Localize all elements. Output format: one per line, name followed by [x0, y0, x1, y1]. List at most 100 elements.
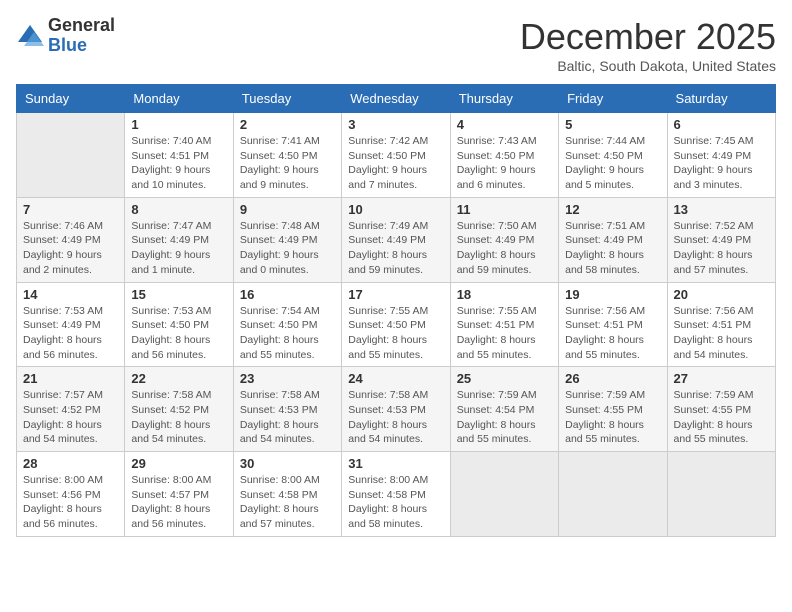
day-number: 20 — [674, 287, 769, 302]
calendar-cell: 18 Sunrise: 7:55 AMSunset: 4:51 PMDayligh… — [450, 282, 558, 367]
day-number: 29 — [131, 456, 226, 471]
cell-info: Sunrise: 7:46 AMSunset: 4:49 PMDaylight:… — [23, 219, 118, 278]
calendar-cell: 12 Sunrise: 7:51 AMSunset: 4:49 PMDayligh… — [559, 197, 667, 282]
calendar-cell — [17, 113, 125, 198]
day-number: 2 — [240, 117, 335, 132]
cell-info: Sunrise: 7:56 AMSunset: 4:51 PMDaylight:… — [674, 304, 769, 363]
cell-info: Sunrise: 7:45 AMSunset: 4:49 PMDaylight:… — [674, 134, 769, 193]
cell-info: Sunrise: 7:41 AMSunset: 4:50 PMDaylight:… — [240, 134, 335, 193]
calendar-cell: 22 Sunrise: 7:58 AMSunset: 4:52 PMDayligh… — [125, 367, 233, 452]
day-number: 11 — [457, 202, 552, 217]
cell-info: Sunrise: 7:42 AMSunset: 4:50 PMDaylight:… — [348, 134, 443, 193]
calendar-cell: 8 Sunrise: 7:47 AMSunset: 4:49 PMDaylight… — [125, 197, 233, 282]
calendar-table: Sunday Monday Tuesday Wednesday Thursday… — [16, 84, 776, 537]
day-number: 17 — [348, 287, 443, 302]
day-number: 18 — [457, 287, 552, 302]
cell-info: Sunrise: 7:47 AMSunset: 4:49 PMDaylight:… — [131, 219, 226, 278]
calendar-cell: 20 Sunrise: 7:56 AMSunset: 4:51 PMDayligh… — [667, 282, 775, 367]
calendar-cell: 5 Sunrise: 7:44 AMSunset: 4:50 PMDaylight… — [559, 113, 667, 198]
calendar-cell: 11 Sunrise: 7:50 AMSunset: 4:49 PMDayligh… — [450, 197, 558, 282]
day-number: 4 — [457, 117, 552, 132]
col-thursday: Thursday — [450, 85, 558, 113]
logo-blue-text: Blue — [48, 35, 87, 55]
calendar-cell: 29 Sunrise: 8:00 AMSunset: 4:57 PMDayligh… — [125, 452, 233, 537]
col-sunday: Sunday — [17, 85, 125, 113]
calendar-cell: 21 Sunrise: 7:57 AMSunset: 4:52 PMDayligh… — [17, 367, 125, 452]
day-number: 10 — [348, 202, 443, 217]
calendar-cell — [559, 452, 667, 537]
cell-info: Sunrise: 7:59 AMSunset: 4:55 PMDaylight:… — [565, 388, 660, 447]
cell-info: Sunrise: 7:58 AMSunset: 4:52 PMDaylight:… — [131, 388, 226, 447]
day-number: 9 — [240, 202, 335, 217]
cell-info: Sunrise: 7:52 AMSunset: 4:49 PMDaylight:… — [674, 219, 769, 278]
day-number: 1 — [131, 117, 226, 132]
day-number: 3 — [348, 117, 443, 132]
calendar-cell: 6 Sunrise: 7:45 AMSunset: 4:49 PMDaylight… — [667, 113, 775, 198]
cell-info: Sunrise: 7:49 AMSunset: 4:49 PMDaylight:… — [348, 219, 443, 278]
col-tuesday: Tuesday — [233, 85, 341, 113]
day-number: 6 — [674, 117, 769, 132]
calendar-week-4: 21 Sunrise: 7:57 AMSunset: 4:52 PMDayligh… — [17, 367, 776, 452]
calendar-cell: 13Sunrise: 7:52 AMSunset: 4:49 PMDayligh… — [667, 197, 775, 282]
cell-info: Sunrise: 8:00 AMSunset: 4:56 PMDaylight:… — [23, 473, 118, 532]
day-number: 22 — [131, 371, 226, 386]
page-header: General Blue December 2025 Baltic, South… — [16, 16, 776, 74]
month-title: December 2025 — [520, 16, 776, 58]
cell-info: Sunrise: 7:44 AMSunset: 4:50 PMDaylight:… — [565, 134, 660, 193]
day-number: 15 — [131, 287, 226, 302]
calendar-cell: 27 Sunrise: 7:59 AMSunset: 4:55 PMDayligh… — [667, 367, 775, 452]
cell-info: Sunrise: 8:00 AMSunset: 4:57 PMDaylight:… — [131, 473, 226, 532]
cell-info: Sunrise: 7:51 AMSunset: 4:49 PMDaylight:… — [565, 219, 660, 278]
cell-info: Sunrise: 7:58 AMSunset: 4:53 PMDaylight:… — [240, 388, 335, 447]
day-number: 12 — [565, 202, 660, 217]
logo-general-text: General — [48, 15, 115, 35]
day-number: 25 — [457, 371, 552, 386]
cell-info: Sunrise: 7:50 AMSunset: 4:49 PMDaylight:… — [457, 219, 552, 278]
calendar-cell: 7 Sunrise: 7:46 AMSunset: 4:49 PMDaylight… — [17, 197, 125, 282]
cell-info: Sunrise: 7:58 AMSunset: 4:53 PMDaylight:… — [348, 388, 443, 447]
calendar-cell: 10 Sunrise: 7:49 AMSunset: 4:49 PMDayligh… — [342, 197, 450, 282]
cell-info: Sunrise: 7:48 AMSunset: 4:49 PMDaylight:… — [240, 219, 335, 278]
col-friday: Friday — [559, 85, 667, 113]
day-number: 23 — [240, 371, 335, 386]
cell-info: Sunrise: 8:00 AMSunset: 4:58 PMDaylight:… — [348, 473, 443, 532]
calendar-cell: 16 Sunrise: 7:54 AMSunset: 4:50 PMDayligh… — [233, 282, 341, 367]
cell-info: Sunrise: 7:55 AMSunset: 4:50 PMDaylight:… — [348, 304, 443, 363]
cell-info: Sunrise: 7:59 AMSunset: 4:54 PMDaylight:… — [457, 388, 552, 447]
cell-info: Sunrise: 7:55 AMSunset: 4:51 PMDaylight:… — [457, 304, 552, 363]
calendar-week-3: 14Sunrise: 7:53 AMSunset: 4:49 PMDayligh… — [17, 282, 776, 367]
calendar-cell: 15 Sunrise: 7:53 AMSunset: 4:50 PMDayligh… — [125, 282, 233, 367]
calendar-week-2: 7 Sunrise: 7:46 AMSunset: 4:49 PMDaylight… — [17, 197, 776, 282]
calendar-cell: 26 Sunrise: 7:59 AMSunset: 4:55 PMDayligh… — [559, 367, 667, 452]
day-number: 7 — [23, 202, 118, 217]
logo: General Blue — [16, 16, 115, 56]
cell-info: Sunrise: 7:56 AMSunset: 4:51 PMDaylight:… — [565, 304, 660, 363]
day-number: 21 — [23, 371, 118, 386]
day-number: 8 — [131, 202, 226, 217]
calendar-cell: 23 Sunrise: 7:58 AMSunset: 4:53 PMDayligh… — [233, 367, 341, 452]
calendar-cell: 19 Sunrise: 7:56 AMSunset: 4:51 PMDayligh… — [559, 282, 667, 367]
logo-icon — [16, 22, 44, 50]
day-number: 27 — [674, 371, 769, 386]
calendar-cell: 28 Sunrise: 8:00 AMSunset: 4:56 PMDayligh… — [17, 452, 125, 537]
calendar-cell: 17 Sunrise: 7:55 AMSunset: 4:50 PMDayligh… — [342, 282, 450, 367]
day-number: 14 — [23, 287, 118, 302]
header-row: Sunday Monday Tuesday Wednesday Thursday… — [17, 85, 776, 113]
cell-info: Sunrise: 7:53 AMSunset: 4:50 PMDaylight:… — [131, 304, 226, 363]
calendar-cell: 4Sunrise: 7:43 AMSunset: 4:50 PMDaylight… — [450, 113, 558, 198]
cell-info: Sunrise: 7:57 AMSunset: 4:52 PMDaylight:… — [23, 388, 118, 447]
calendar-cell — [450, 452, 558, 537]
day-number: 5 — [565, 117, 660, 132]
calendar-cell — [667, 452, 775, 537]
col-monday: Monday — [125, 85, 233, 113]
cell-info: Sunrise: 7:54 AMSunset: 4:50 PMDaylight:… — [240, 304, 335, 363]
calendar-cell: 14Sunrise: 7:53 AMSunset: 4:49 PMDayligh… — [17, 282, 125, 367]
day-number: 28 — [23, 456, 118, 471]
day-number: 16 — [240, 287, 335, 302]
day-number: 19 — [565, 287, 660, 302]
day-number: 24 — [348, 371, 443, 386]
day-number: 26 — [565, 371, 660, 386]
calendar-cell: 24 Sunrise: 7:58 AMSunset: 4:53 PMDayligh… — [342, 367, 450, 452]
cell-info: Sunrise: 7:59 AMSunset: 4:55 PMDaylight:… — [674, 388, 769, 447]
title-block: December 2025 Baltic, South Dakota, Unit… — [520, 16, 776, 74]
